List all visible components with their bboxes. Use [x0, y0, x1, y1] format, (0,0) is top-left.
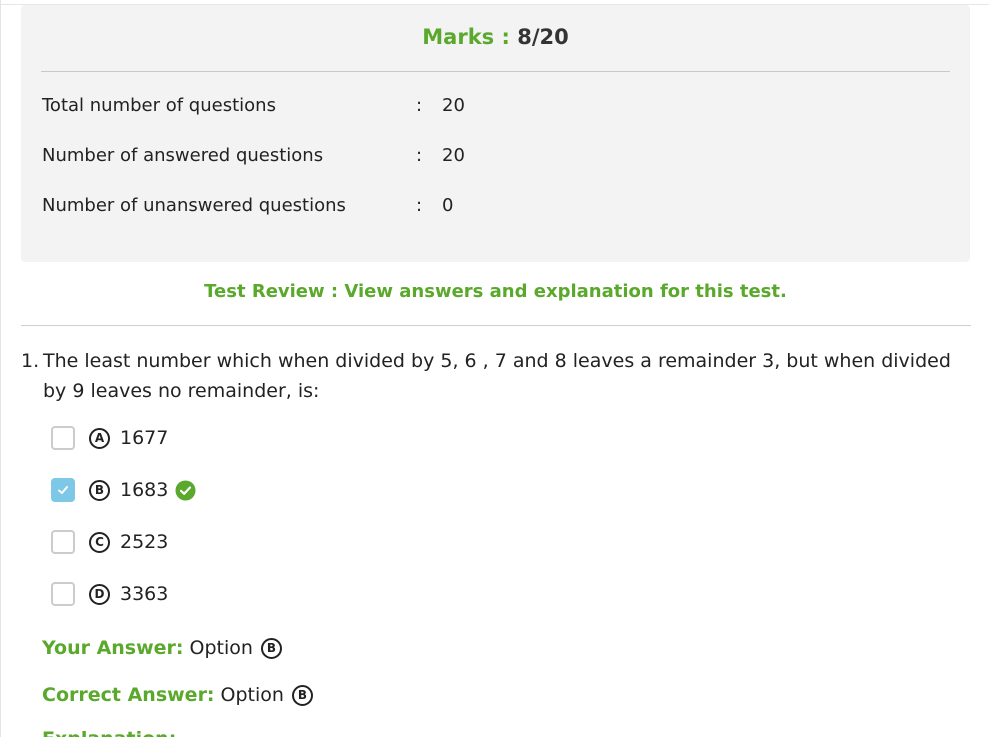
- option-a-value: 1677: [120, 427, 169, 449]
- option-a-checkbox[interactable]: [51, 426, 75, 450]
- marks-heading: Marks : 8/20: [21, 25, 970, 49]
- question-1: 1. The least number which when divided b…: [21, 346, 971, 406]
- summary-divider: [41, 71, 950, 72]
- your-answer-value: Option: [189, 637, 253, 659]
- test-review-heading: Test Review : View answers and explanati…: [204, 281, 787, 302]
- your-answer-row: Your Answer: Option B: [42, 637, 282, 659]
- stat-label: Number of unanswered questions: [42, 195, 346, 216]
- option-b-checkbox[interactable]: [51, 478, 75, 502]
- correct-answer-label: Correct Answer:: [42, 684, 215, 706]
- stat-value: 0: [442, 195, 454, 216]
- option-b[interactable]: B 1683: [51, 476, 196, 504]
- test-result-page: Marks : 8/20 Total number of questions :…: [0, 0, 989, 737]
- option-d-value: 3363: [120, 583, 169, 605]
- option-b-value: 1683: [120, 479, 169, 501]
- question-number: 1.: [21, 350, 40, 372]
- option-c-value: 2523: [120, 531, 169, 553]
- explanation-label: Explanation:: [42, 728, 176, 737]
- option-c[interactable]: C 2523: [51, 528, 168, 556]
- your-answer-letter-icon: B: [260, 637, 282, 659]
- stat-label: Number of answered questions: [42, 145, 324, 166]
- stat-colon: :: [416, 195, 423, 216]
- option-d[interactable]: D 3363: [51, 580, 168, 608]
- stat-label: Total number of questions: [42, 95, 276, 116]
- correct-check-icon: [175, 480, 196, 501]
- review-divider: [21, 325, 971, 326]
- option-letter-d-icon: D: [89, 583, 110, 605]
- option-letter-c-icon: C: [89, 531, 110, 553]
- option-letter-a-icon: A: [89, 427, 110, 449]
- option-a[interactable]: A 1677: [51, 424, 168, 452]
- correct-answer-letter-icon: B: [291, 684, 313, 706]
- stat-value: 20: [442, 95, 465, 116]
- stat-colon: :: [416, 95, 423, 116]
- summary-panel: Marks : 8/20 Total number of questions :…: [21, 5, 970, 262]
- your-answer-label: Your Answer:: [42, 637, 184, 659]
- stat-colon: :: [416, 145, 423, 166]
- question-text: The least number which when divided by 5…: [43, 350, 951, 402]
- marks-label: Marks :: [422, 25, 510, 49]
- correct-answer-row: Correct Answer: Option B: [42, 684, 313, 706]
- option-letter-b-icon: B: [89, 479, 110, 501]
- option-c-checkbox[interactable]: [51, 530, 75, 554]
- option-d-checkbox[interactable]: [51, 582, 75, 606]
- checkmark-icon: [58, 486, 68, 494]
- marks-value: 8/20: [517, 25, 569, 49]
- correct-answer-value: Option: [220, 684, 284, 706]
- stat-value: 20: [442, 145, 465, 166]
